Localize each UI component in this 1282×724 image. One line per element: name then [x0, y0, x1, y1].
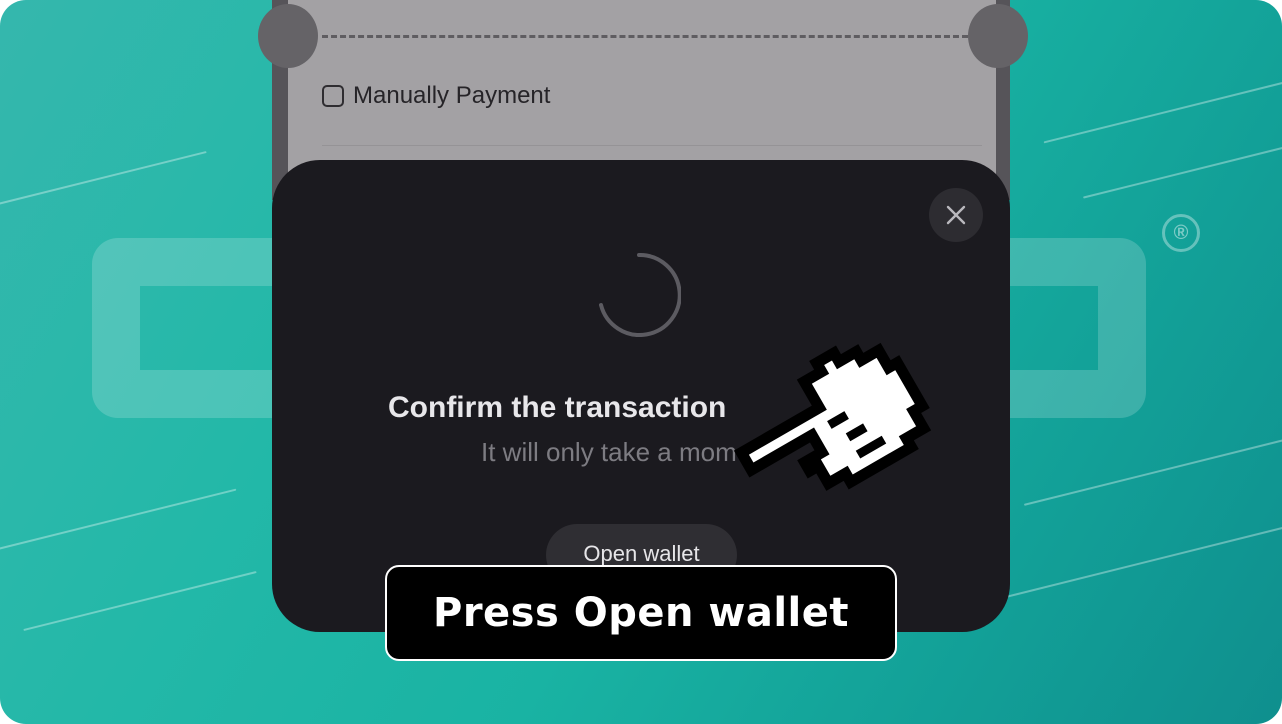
divider-line [322, 145, 982, 146]
bg-streak [0, 488, 237, 554]
tutorial-stage: ® Manually Payment Confirm the transacti… [0, 0, 1282, 724]
bg-streak [23, 570, 257, 632]
manual-payment-option[interactable]: Manually Payment [322, 82, 550, 110]
bg-streak [1004, 523, 1282, 599]
close-button[interactable] [929, 188, 983, 242]
dashed-divider [322, 35, 968, 38]
open-wallet-label: Open wallet [583, 541, 700, 566]
tutorial-caption: Press Open wallet [385, 565, 897, 661]
loading-spinner-icon [599, 253, 681, 337]
bg-streak [1083, 143, 1282, 199]
ticket-notch-right [968, 4, 1028, 68]
bg-streak [1043, 78, 1282, 144]
bg-streak [1023, 436, 1282, 506]
manual-payment-checkbox[interactable] [322, 85, 344, 107]
bg-streak [0, 150, 207, 212]
caption-text: Press Open wallet [433, 590, 849, 636]
pointing-hand-cursor-icon [733, 342, 932, 491]
manual-payment-label: Manually Payment [353, 82, 551, 109]
registered-mark-icon: ® [1162, 214, 1200, 252]
close-icon [946, 205, 966, 225]
ticket-notch-left [258, 4, 318, 68]
